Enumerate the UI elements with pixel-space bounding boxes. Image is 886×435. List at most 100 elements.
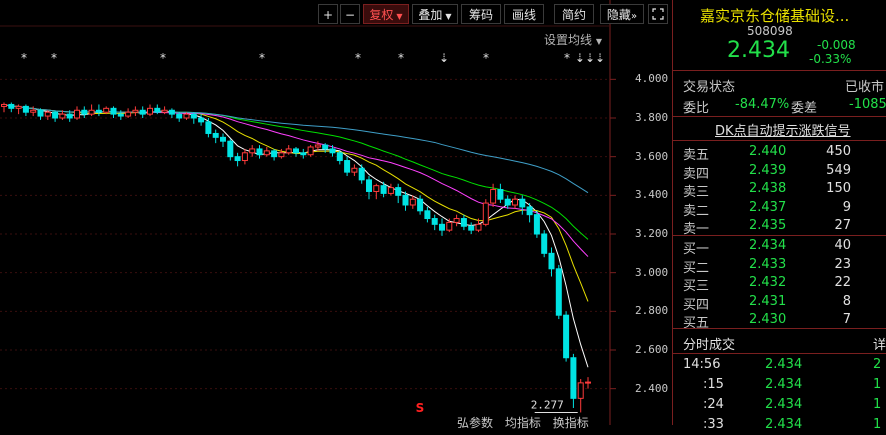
chevron-down-icon: ▼ <box>396 12 403 21</box>
ma5-line <box>3 103 589 368</box>
ask-row[interactable]: 卖四 2.439 549 <box>673 161 886 182</box>
tab-parameters[interactable]: 弘参数 <box>457 416 493 430</box>
candle-body <box>322 144 329 150</box>
diejia-button[interactable]: 叠加 ▼ <box>412 4 458 24</box>
candle-body <box>190 113 197 119</box>
bid-row[interactable]: 买一 2.434 40 <box>673 236 886 257</box>
candle-body <box>504 198 511 206</box>
weibi-value: -84.47% <box>735 97 790 112</box>
tab-indicator[interactable]: 均指标 <box>505 416 541 430</box>
jianyue-button[interactable]: 简约 <box>554 4 594 24</box>
candle-body <box>431 218 438 225</box>
y-tick-label: 3.600 <box>635 149 669 163</box>
signal-marker: * <box>21 51 27 65</box>
candle-body <box>424 210 431 220</box>
bid-row[interactable]: 买二 2.433 23 <box>673 255 886 276</box>
trades-detail-link[interactable]: 详 <box>873 334 886 353</box>
book-price: 2.433 <box>749 256 787 272</box>
tab-switch-indicator[interactable]: 换指标 <box>553 416 589 430</box>
candle-body <box>241 152 248 162</box>
y-tick-label: 3.400 <box>635 188 669 202</box>
price-change: -0.008 <box>817 38 856 52</box>
candle-body <box>8 103 15 109</box>
candle-body <box>212 132 219 138</box>
book-price: 2.432 <box>749 275 787 290</box>
y-tick-label: 2.600 <box>635 343 669 356</box>
ma-settings-menu[interactable]: 设置均线 ▼ <box>544 31 602 48</box>
huaxian-button[interactable]: 画线 <box>504 4 544 24</box>
buy-signal-marker: S <box>416 401 425 415</box>
indicator-tabs[interactable]: 弘参数 均指标 换指标 <box>457 414 589 431</box>
candle-body <box>198 117 205 123</box>
candle-body <box>453 218 460 223</box>
candle-body <box>139 109 146 115</box>
candle-body <box>548 252 555 270</box>
candle-body <box>314 144 321 148</box>
status-value: 已收市 <box>845 80 885 95</box>
candle-body <box>125 111 132 117</box>
zoom-in-button[interactable]: + <box>318 4 338 24</box>
candle-body <box>555 268 562 316</box>
signal-marker: * <box>160 51 166 65</box>
candle-body <box>168 109 175 115</box>
candle-body <box>563 314 570 359</box>
candle-body <box>234 156 241 162</box>
candle-body <box>307 146 314 156</box>
bid-row[interactable]: 买五 2.430 7 <box>673 310 886 331</box>
candle-body <box>336 152 343 162</box>
chouma-button[interactable]: 筹码 <box>461 4 501 24</box>
candle-body <box>409 198 416 206</box>
ask-row[interactable]: 卖二 2.437 9 <box>673 198 886 219</box>
zoom-out-button[interactable]: − <box>340 4 360 24</box>
low-price-label: 2.277 <box>531 398 564 411</box>
ask-row[interactable]: 卖一 2.435 27 <box>673 216 886 237</box>
candle-body <box>497 189 504 200</box>
candle-body <box>37 109 44 117</box>
trades-title: 分时成交 <box>683 338 736 353</box>
book-volume: 7 <box>842 312 851 327</box>
candle-body <box>161 109 168 113</box>
hide-button[interactable]: 隐藏» <box>600 4 644 24</box>
y-tick-label: 3.000 <box>635 265 669 279</box>
candle-body <box>402 194 409 206</box>
fuquan-button[interactable]: 复权 ▼ <box>363 4 409 24</box>
candle-body <box>541 233 548 254</box>
y-tick-label: 4.000 <box>635 72 669 86</box>
candle-body <box>460 218 467 227</box>
kline-chart-area[interactable]: * * * * * * ⇣ * * ⇣⇣⇣ 2.277 S + − 复权 ▼ 叠加 ▼ 筹码 画线 简约 … <box>0 0 672 430</box>
candle-body <box>387 187 394 194</box>
candle-body <box>417 198 424 212</box>
candle-body <box>220 136 226 142</box>
candle-body <box>30 109 37 113</box>
candle-body <box>256 148 263 156</box>
trade-row: :33 2.434 1 <box>673 415 886 435</box>
ask-row[interactable]: 卖五 2.440 450 <box>673 142 886 163</box>
ma-settings-label: 设置均线 <box>544 33 593 47</box>
bid-row[interactable]: 买四 2.431 8 <box>673 292 886 313</box>
candle-body <box>81 109 88 115</box>
candle-body <box>482 202 489 225</box>
candle-body <box>22 105 29 113</box>
fullscreen-button[interactable] <box>648 4 668 24</box>
book-price: 2.431 <box>749 293 787 309</box>
status-label: 交易状态 <box>683 80 736 95</box>
book-volume: 8 <box>842 293 851 309</box>
candle-body <box>358 167 365 181</box>
kline-chart[interactable]: * * * * * * ⇣ * * ⇣⇣⇣ 2.277 S <box>0 0 672 425</box>
trade-time: 14:56 <box>683 357 721 372</box>
candle-body <box>66 113 73 119</box>
candle-body <box>577 382 584 399</box>
bid-row[interactable]: 买三 2.432 22 <box>673 273 886 294</box>
candle-body <box>176 113 183 119</box>
book-price: 2.439 <box>749 162 787 178</box>
dk-signal-link[interactable]: DK点自动提示涨跌信号 <box>715 120 851 139</box>
candle-body <box>1 103 7 107</box>
signal-marker: * <box>483 51 489 65</box>
book-volume: 22 <box>834 275 851 290</box>
candle-body <box>249 148 256 154</box>
ask-row[interactable]: 卖三 2.438 150 <box>673 179 886 200</box>
candle-body <box>366 179 372 192</box>
signal-marker: * <box>398 51 404 65</box>
book-price: 2.438 <box>749 181 787 196</box>
candle-body <box>395 187 402 196</box>
